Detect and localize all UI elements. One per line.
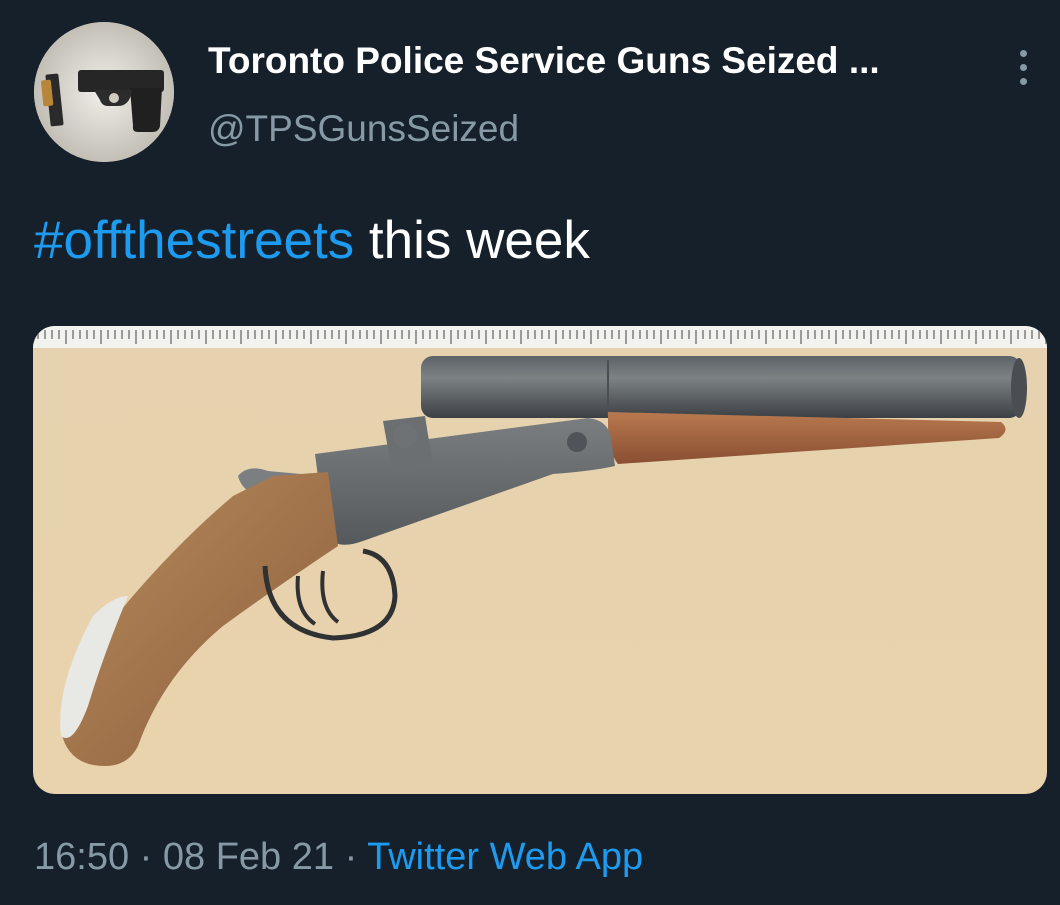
more-options-button[interactable] bbox=[1006, 44, 1042, 92]
tweet-time: 16:50 bbox=[34, 836, 130, 878]
display-name[interactable]: Toronto Police Service Guns Seized ... bbox=[208, 40, 988, 82]
vertical-ellipsis-icon bbox=[1020, 64, 1027, 71]
vertical-ellipsis-icon bbox=[1020, 78, 1027, 85]
profile-avatar[interactable] bbox=[34, 22, 174, 162]
user-handle[interactable]: @TPSGunsSeized bbox=[208, 108, 519, 150]
meta-separator: · bbox=[334, 836, 368, 878]
tweet-body-text: this week bbox=[354, 211, 590, 270]
tweet-date: 08 Feb 21 bbox=[162, 836, 335, 878]
hashtag-link[interactable]: #offthestreets bbox=[34, 211, 354, 270]
vertical-ellipsis-icon bbox=[1020, 50, 1027, 57]
tweet-media-image[interactable] bbox=[33, 326, 1047, 794]
pistol-photo-avatar-icon bbox=[34, 22, 174, 162]
meta-separator: · bbox=[129, 836, 163, 878]
tweet-text: #offthestreets this week bbox=[34, 210, 590, 271]
tweet-source-link[interactable]: Twitter Web App bbox=[367, 836, 643, 878]
tweet-metadata: 16:50 · 08 Feb 21 · Twitter Web App bbox=[34, 836, 643, 879]
shotgun-photo bbox=[33, 326, 1047, 794]
tweet-card: Toronto Police Service Guns Seized ... @… bbox=[0, 0, 1060, 905]
